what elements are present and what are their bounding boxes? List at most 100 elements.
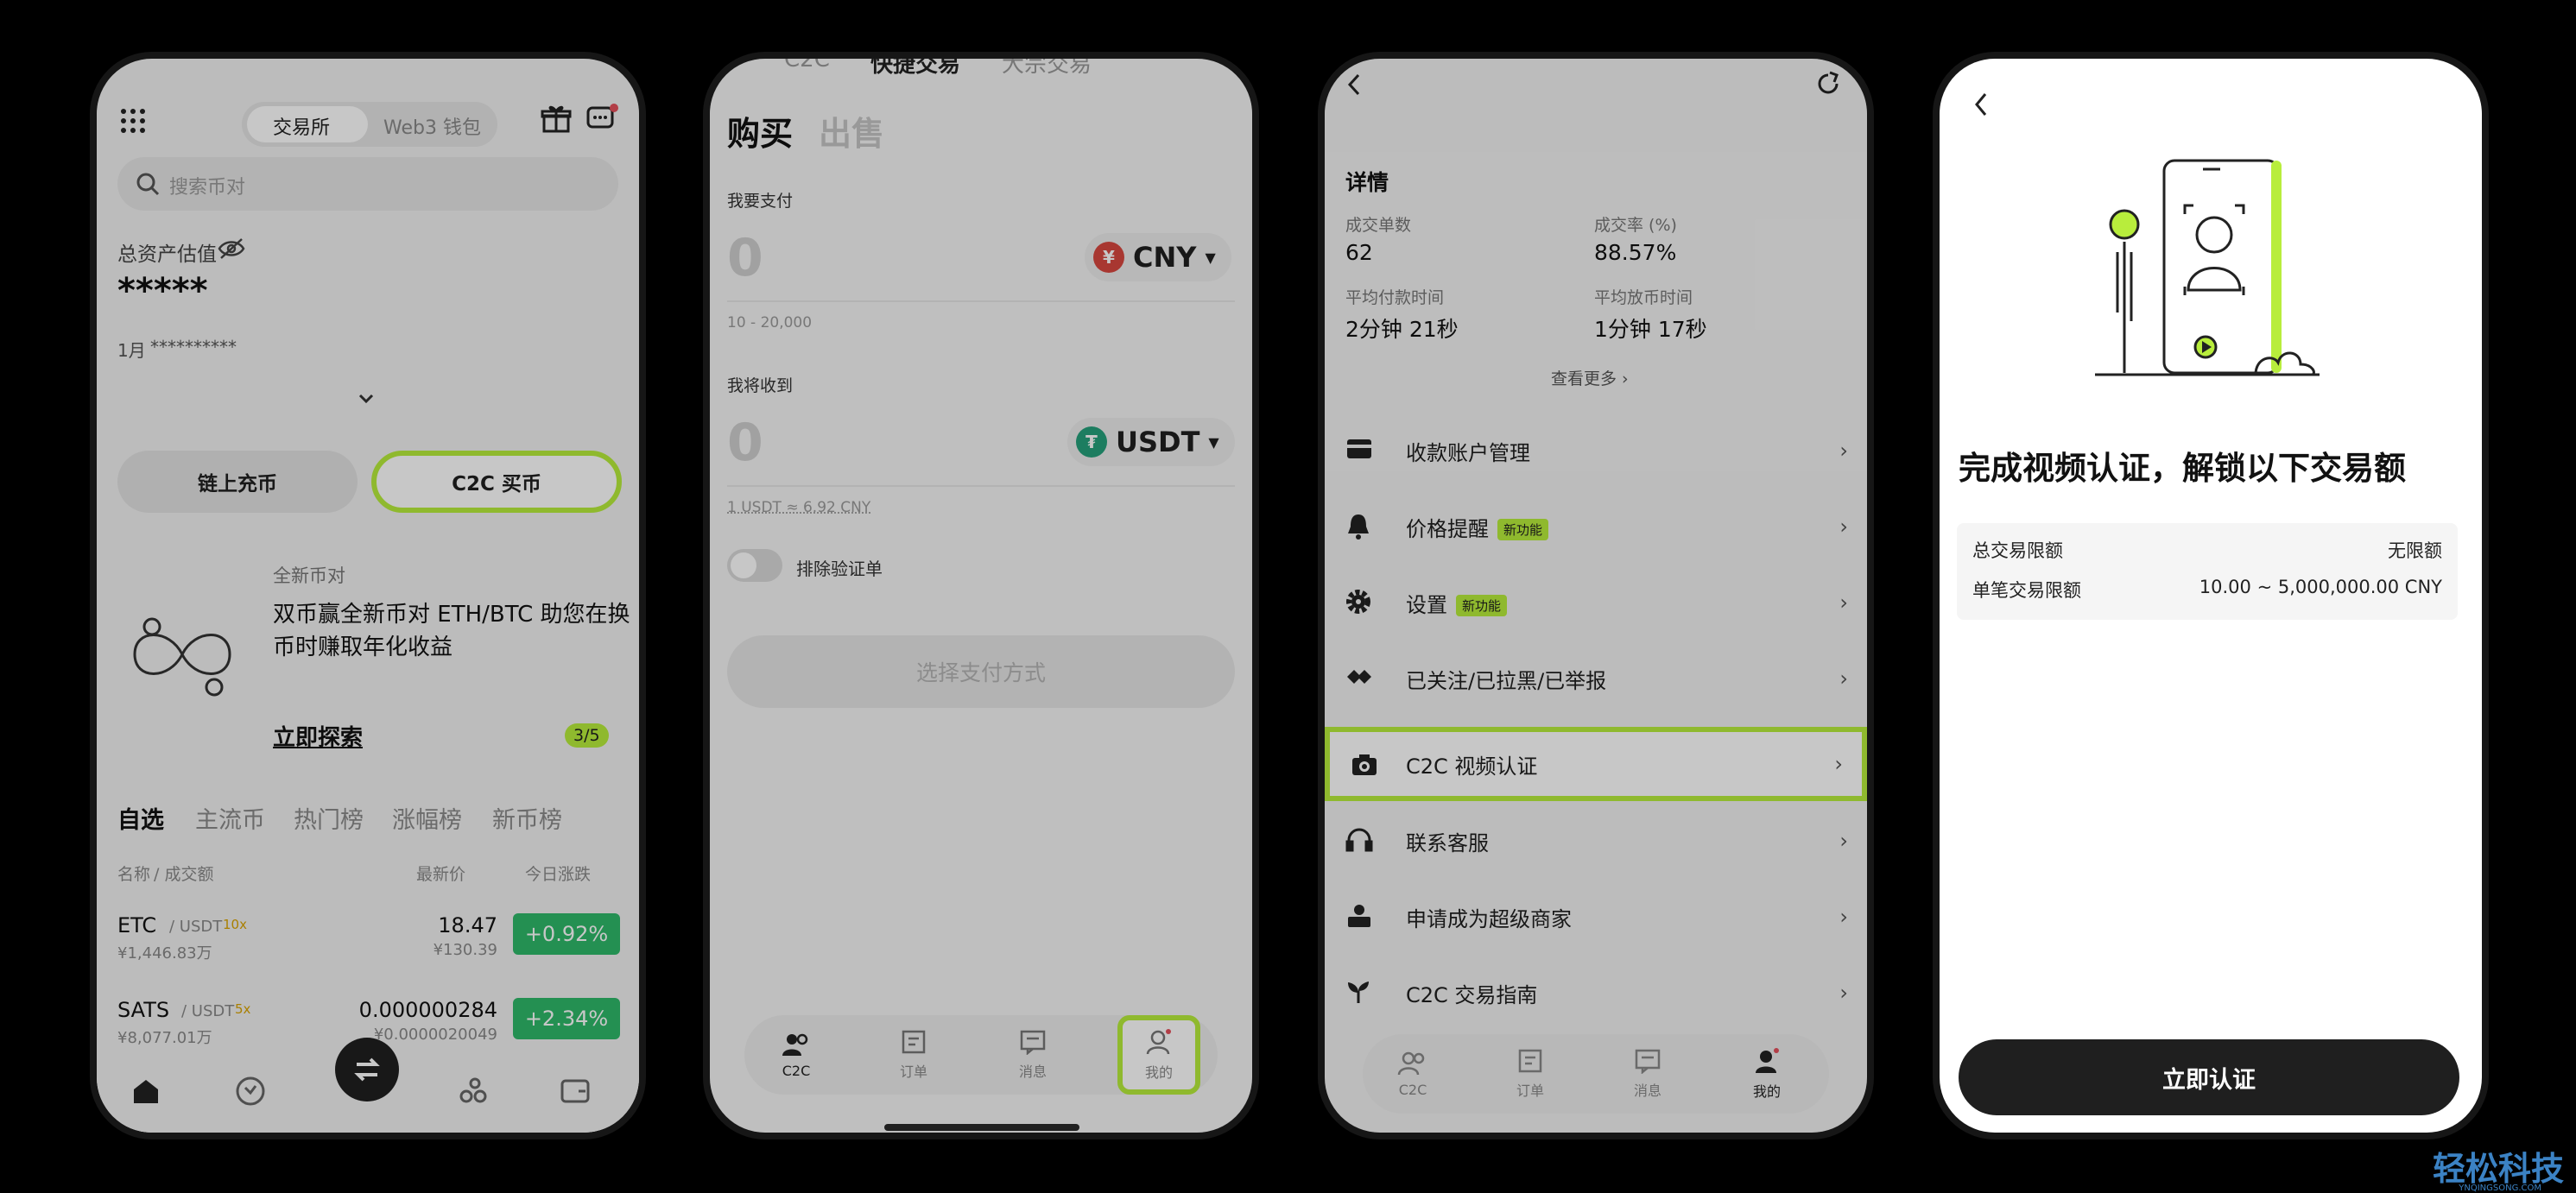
menu-item-follow-block-report[interactable]: 已关注/已拉黑/已举报 › — [1325, 641, 1867, 716]
apps-grid-icon[interactable] — [119, 107, 147, 135]
seg-web3[interactable]: Web3 钱包 — [383, 112, 481, 140]
tab-buy[interactable]: 购买 — [727, 107, 793, 155]
chat-icon — [1634, 1048, 1661, 1074]
share-icon[interactable] — [1815, 71, 1841, 97]
stat-value: 2分钟 21秒 — [1345, 317, 1459, 342]
col-change[interactable]: 今日涨跌 — [525, 862, 591, 885]
assets-wallet-icon[interactable] — [560, 1076, 591, 1105]
gift-icon[interactable] — [541, 104, 572, 135]
caret-down-icon: ▼ — [1208, 433, 1219, 451]
new-feature-badge: 新功能 — [1497, 519, 1549, 540]
tab-c2c[interactable]: C2C — [1371, 1034, 1454, 1114]
menu-item-video-verification[interactable]: C2C 视频认证 › — [1325, 727, 1867, 801]
row-volume: ¥8,077.01万 — [117, 1029, 212, 1047]
menu-item-settings[interactable]: 设置 新功能 › — [1325, 565, 1867, 641]
seg-exchange[interactable]: 交易所 — [273, 112, 330, 140]
row-quote: / USDT — [181, 1002, 235, 1020]
col-name[interactable]: 名称 — [117, 862, 150, 885]
col-price[interactable]: 最新价 — [416, 862, 465, 885]
finance-icon[interactable] — [458, 1076, 489, 1107]
menu-item-price-alert[interactable]: 价格提醒 新功能 › — [1325, 489, 1867, 565]
promo-title-line1: 双币赢全新币对 ETH/BTC 助您在换 — [273, 602, 630, 628]
card-icon — [1345, 437, 1373, 461]
promo-explore-link[interactable]: 立即探索 — [273, 720, 363, 752]
exclude-verify-label: 排除验证单 — [796, 559, 883, 579]
user-icon — [1753, 1047, 1781, 1075]
exclude-verify-toggle[interactable] — [727, 549, 782, 582]
tab-orders[interactable]: 订单 — [1489, 1034, 1572, 1114]
tab-me[interactable]: 我的 — [1117, 1015, 1200, 1095]
top-tab-block[interactable]: 大宗交易 — [1002, 59, 1092, 79]
trade-button[interactable] — [335, 1038, 399, 1101]
row-price-cny: ¥130.39 — [433, 941, 497, 959]
row-quote: / USDT — [169, 918, 223, 936]
row-price: 0.000000284 — [358, 998, 497, 1022]
back-arrow-icon[interactable] — [1345, 73, 1363, 97]
receive-label: 我将收到 — [727, 376, 794, 395]
menu-item-support[interactable]: 联系客服 › — [1325, 803, 1867, 879]
search-icon — [135, 171, 161, 197]
chevron-right-icon: › — [1834, 752, 1843, 776]
tab-orders-label: 订单 — [1516, 1083, 1544, 1099]
tab-sell[interactable]: 出售 — [819, 107, 884, 155]
c2c-buy-button[interactable]: C2C 买币 — [371, 451, 622, 513]
tab-c2c-label: C2C — [782, 1062, 811, 1079]
tab-hot[interactable]: 热门榜 — [294, 801, 364, 835]
tab-messages[interactable]: 消息 — [1606, 1034, 1689, 1114]
discover-icon[interactable] — [235, 1076, 266, 1107]
phone-screen-video-verify: 完成视频认证，解锁以下交易额 总交易限额 无限额 单笔交易限额 10.00 ~ … — [1940, 59, 2482, 1133]
home-icon[interactable] — [131, 1077, 161, 1105]
table-row[interactable]: ETC / USDT 10x ¥1,446.83万 18.47 ¥130.39 … — [97, 913, 639, 982]
tab-messages-label: 消息 — [1018, 1064, 1047, 1080]
handshake-icon — [1345, 665, 1373, 689]
message-icon[interactable] — [585, 104, 620, 135]
pay-amount-input[interactable]: 0 — [727, 228, 763, 288]
tab-messages-label: 消息 — [1633, 1083, 1661, 1099]
back-arrow-icon[interactable] — [1972, 92, 1990, 117]
row-change-chip[interactable]: +0.92% — [513, 913, 620, 955]
home-indicator — [884, 1124, 1079, 1131]
tab-messages[interactable]: 消息 — [991, 1015, 1074, 1095]
stat-value: 62 — [1345, 240, 1373, 265]
chevron-right-icon: › — [1839, 829, 1848, 853]
tab-gainers[interactable]: 涨幅榜 — [392, 801, 462, 835]
tab-me[interactable]: 我的 — [1725, 1034, 1808, 1114]
top-tab-c2c[interactable]: C2C — [784, 59, 830, 73]
search-input[interactable]: 搜索币对 — [117, 157, 618, 211]
limits-card: 总交易限额 无限额 单笔交易限额 10.00 ~ 5,000,000.00 CN… — [1957, 523, 2458, 620]
mode-switch: 交易所 Web3 钱包 — [242, 102, 497, 147]
phone-screen-c2c-trade: C2C 快捷交易 大宗交易 购买 出售 我要支付 0 ¥ CNY ▼ 10 - … — [710, 59, 1252, 1133]
top-tab-quick[interactable]: 快捷交易 — [870, 59, 960, 79]
row-base: SATS — [117, 998, 170, 1022]
menu-item-super-merchant[interactable]: 申请成为超级商家 › — [1325, 879, 1867, 955]
menu-item-payment-accounts[interactable]: 收款账户管理 › — [1325, 413, 1867, 489]
pay-currency-select[interactable]: ¥ CNY ▼ — [1085, 233, 1231, 281]
c2c-tabbar: C2C 订单 消息 我的 — [744, 1015, 1218, 1095]
see-more-link[interactable]: 查看更多 › — [1551, 366, 1629, 389]
tab-new[interactable]: 新币榜 — [492, 801, 562, 835]
exchange-rate[interactable]: 1 USDT ≈ 6.92 CNY — [727, 499, 870, 516]
onchain-deposit-button[interactable]: 链上充币 — [117, 451, 358, 513]
eye-off-icon[interactable] — [218, 237, 245, 261]
menu-label: 已关注/已拉黑/已举报 — [1406, 668, 1607, 693]
select-payment-button[interactable]: 选择支付方式 — [727, 635, 1235, 708]
tab-c2c[interactable]: C2C — [755, 1015, 838, 1095]
tab-orders[interactable]: 订单 — [872, 1015, 955, 1095]
menu-item-guide[interactable]: C2C 交易指南 › — [1325, 955, 1867, 1031]
row-change-chip[interactable]: +2.34% — [513, 998, 620, 1039]
stat-value: 88.57% — [1594, 240, 1677, 265]
cny-icon: ¥ — [1093, 242, 1124, 273]
orders-icon — [1517, 1048, 1543, 1074]
receive-amount: 0 — [727, 413, 763, 473]
tab-mainstream[interactable]: 主流币 — [195, 801, 265, 835]
chevron-down-icon[interactable] — [356, 392, 377, 406]
col-volume[interactable]: / 成交额 — [154, 862, 213, 885]
total-limit-value: 无限额 — [2388, 540, 2442, 561]
receive-currency-select[interactable]: ₮ USDT ▼ — [1067, 418, 1235, 466]
pay-label: 我要支付 — [727, 192, 794, 211]
chevron-right-icon: › — [1839, 590, 1848, 615]
tab-favorites[interactable]: 自选 — [117, 801, 164, 835]
chevron-right-icon: › — [1839, 905, 1848, 929]
menu-label: 价格提醒 新功能 — [1406, 512, 1549, 542]
verify-now-button[interactable]: 立即认证 — [1959, 1039, 2459, 1115]
